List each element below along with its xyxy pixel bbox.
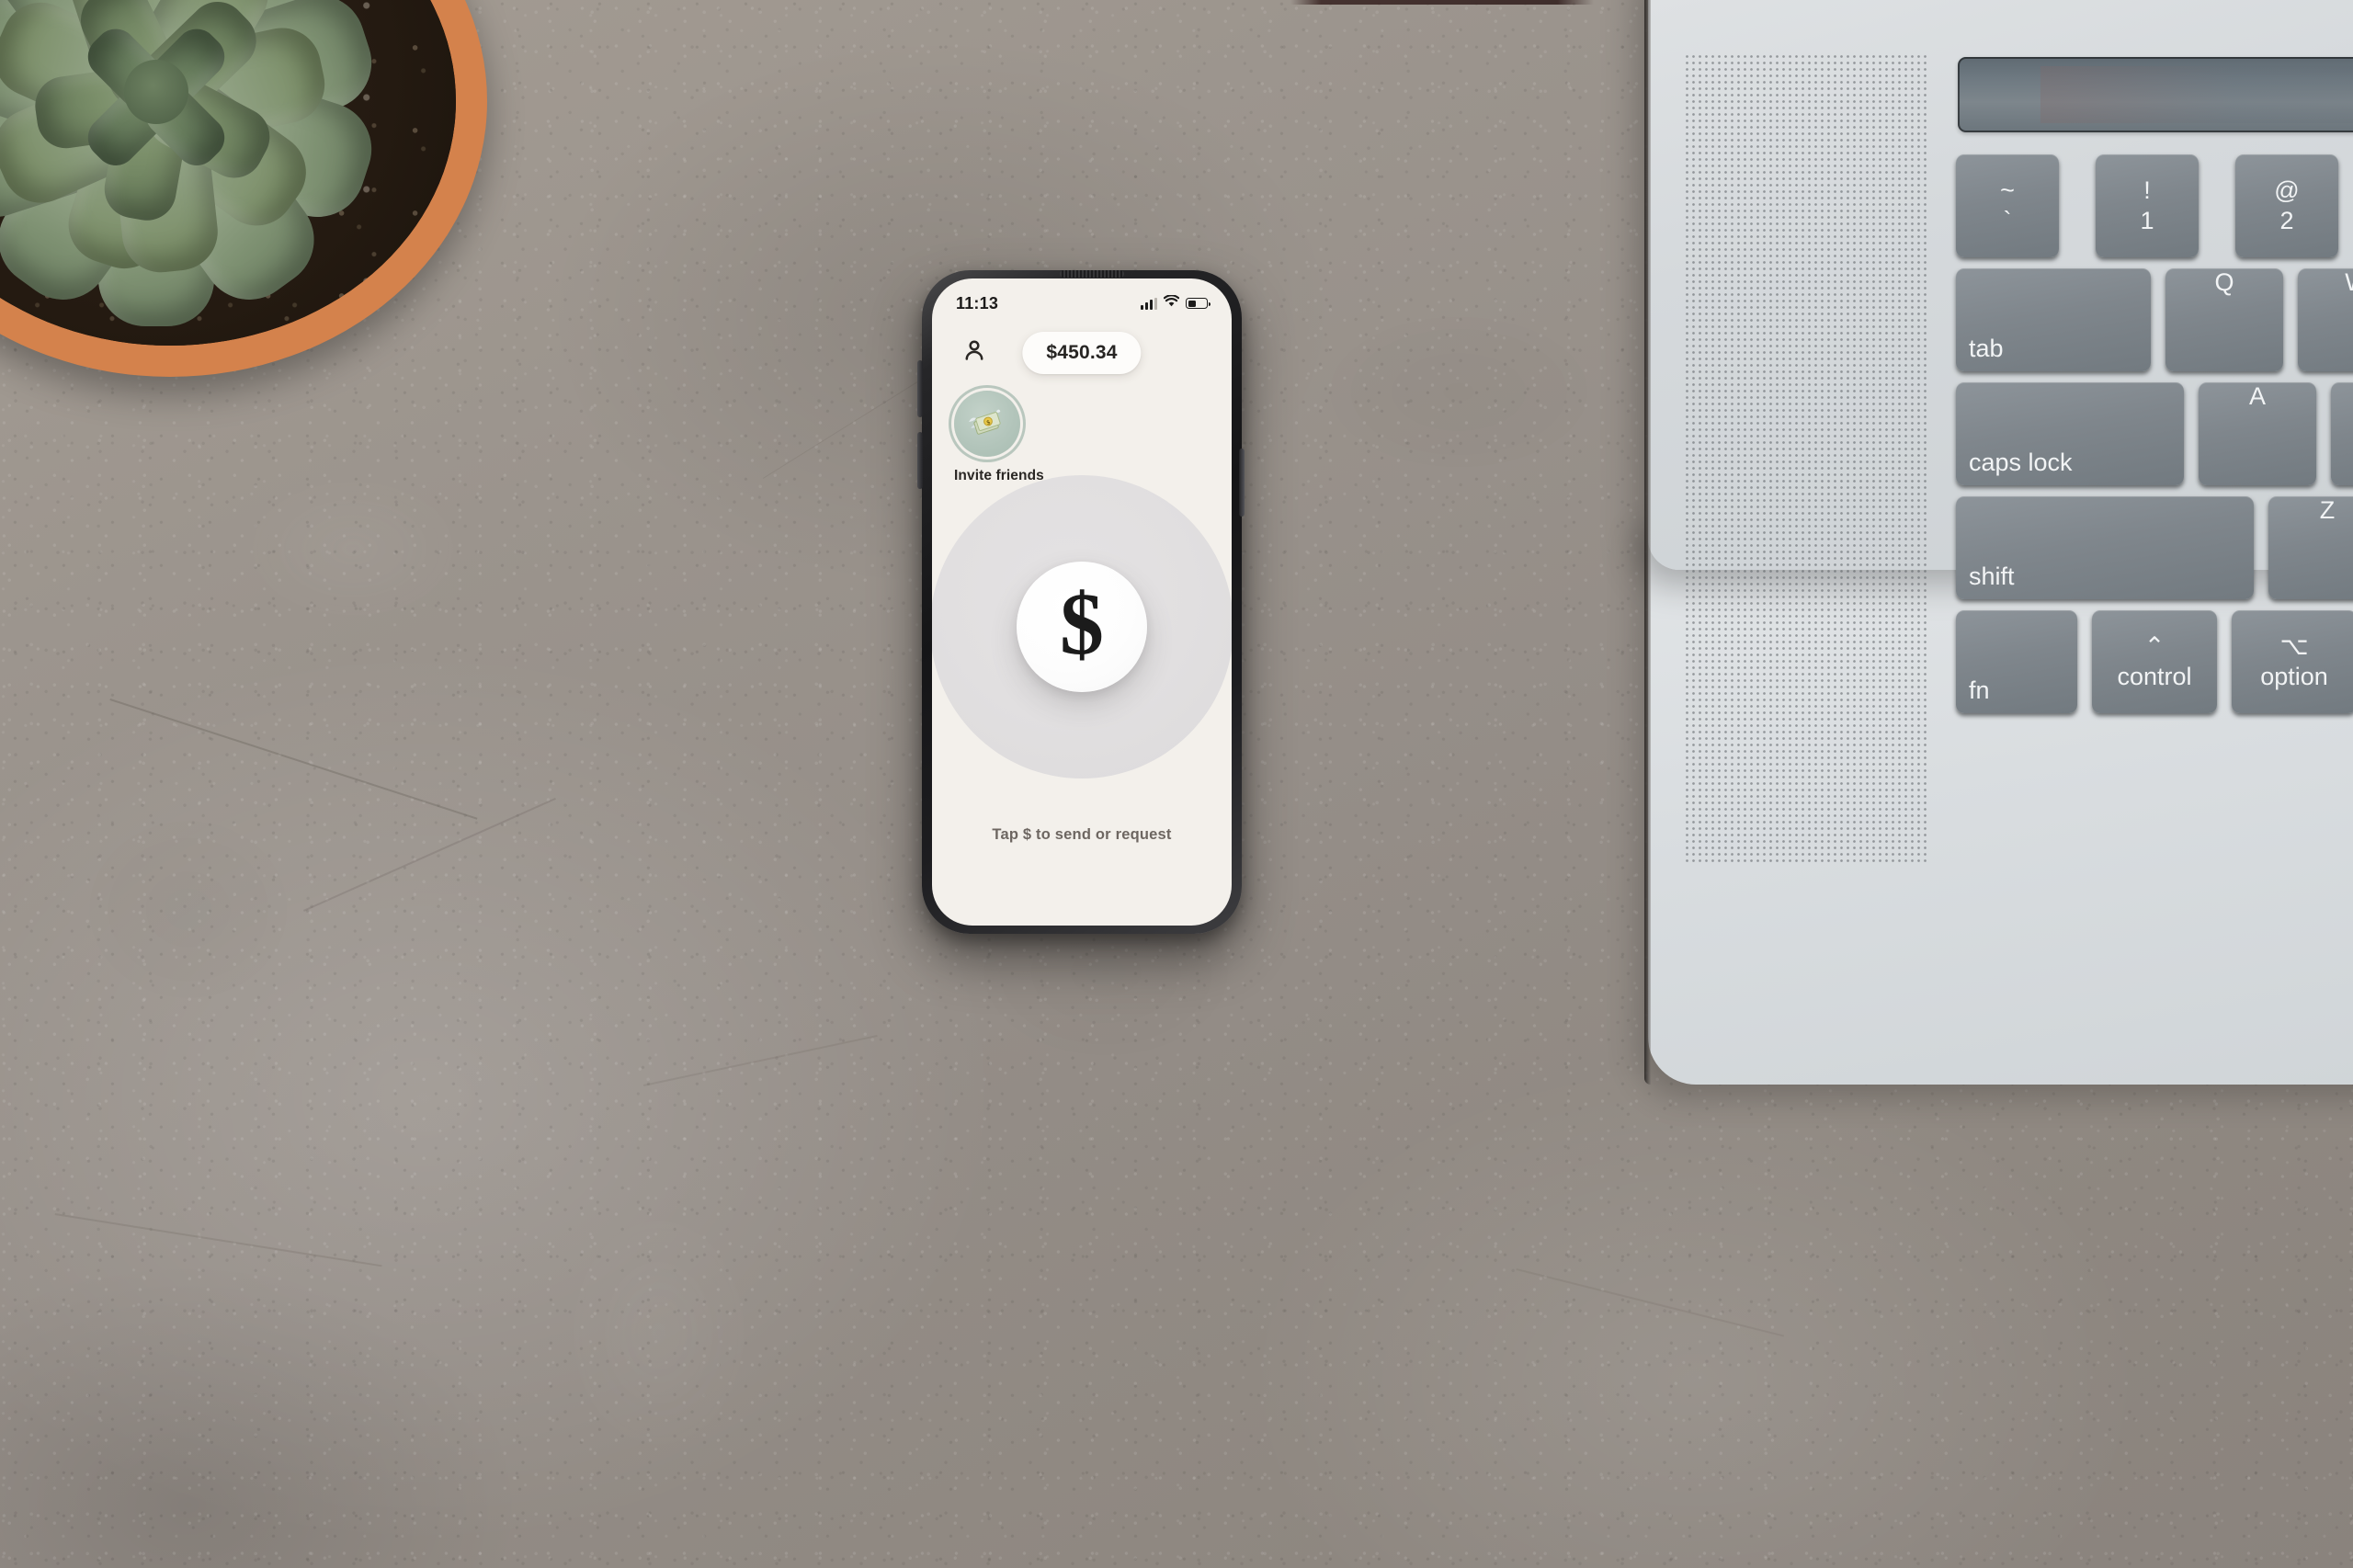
key-z-label: Z: [2319, 496, 2336, 524]
key-two-secondary: @: [2274, 176, 2300, 204]
status-bar-icons: [1141, 294, 1211, 312]
key-two-label: 2: [2279, 207, 2294, 234]
power-button[interactable]: [1239, 449, 1245, 517]
profile-button[interactable]: [954, 332, 995, 372]
status-bar: 11:13: [932, 291, 1232, 315]
balance-pill[interactable]: $450.34: [1022, 332, 1142, 374]
key-caps-lock[interactable]: caps lock: [1956, 382, 2184, 485]
key-fn-label: fn: [1969, 676, 1990, 704]
key-option-secondary: ⌥: [2279, 632, 2309, 660]
key-s-label: S: [2331, 382, 2353, 411]
key-tilde-label: `: [2003, 207, 2012, 234]
key-w-label: W: [2298, 268, 2353, 297]
app-top-bar: $450.34: [932, 330, 1232, 376]
succulent-plant: [0, 0, 487, 414]
key-option-label: option: [2260, 663, 2328, 690]
key-caps-lock-label: caps lock: [1969, 449, 2073, 476]
key-tilde-secondary: ~: [2000, 176, 2015, 204]
laptop-edge: [1644, 0, 1651, 1085]
key-control-label: control: [2117, 663, 2192, 690]
key-tilde[interactable]: ~ `: [1956, 154, 2059, 257]
key-s[interactable]: S: [2331, 382, 2353, 485]
phone-screen: 11:13 $450.34 $ Invite friends $ Tap $ t…: [932, 278, 1232, 926]
phone-speaker-grille: [1060, 270, 1124, 278]
key-shift-label: shift: [1969, 562, 2015, 590]
key-fn[interactable]: fn: [1956, 610, 2077, 713]
key-a[interactable]: A: [2199, 382, 2316, 485]
volume-up-button[interactable]: [917, 360, 923, 417]
wifi-icon: [1163, 294, 1180, 312]
status-bar-time: 11:13: [956, 293, 999, 312]
money-wings-icon: $: [954, 391, 1020, 457]
send-request-button[interactable]: $: [1017, 562, 1147, 692]
key-one-label: 1: [2140, 207, 2154, 234]
monitor-edge: [1290, 0, 1594, 5]
key-a-label: A: [2248, 382, 2266, 410]
person-icon: [962, 338, 986, 367]
key-one-secondary: !: [2143, 176, 2151, 204]
key-w[interactable]: W: [2298, 268, 2353, 371]
battery-icon: [1186, 298, 1211, 309]
key-tab-label: tab: [1969, 335, 2004, 362]
volume-down-button[interactable]: [917, 432, 923, 489]
hint-text: Tap $ to send or request: [992, 826, 1172, 843]
key-option[interactable]: ⌥ option: [2232, 610, 2353, 713]
key-one[interactable]: ! 1: [2096, 154, 2199, 257]
key-z[interactable]: Z: [2268, 496, 2353, 599]
key-control[interactable]: ⌃ control: [2092, 610, 2217, 713]
dollar-sign-icon: $: [1060, 574, 1104, 673]
key-tab[interactable]: tab: [1956, 268, 2151, 371]
key-q-label: Q: [2214, 268, 2234, 296]
key-q[interactable]: Q: [2165, 268, 2283, 371]
touch-bar[interactable]: [1958, 57, 2353, 132]
cellular-signal-icon: [1141, 297, 1157, 310]
scene: ~`!1@2tabQWcaps lockASshiftZfn⌃control⌥o…: [0, 0, 2353, 1568]
key-shift[interactable]: shift: [1956, 496, 2254, 599]
invite-friends-button[interactable]: $ Invite friends: [954, 391, 1064, 484]
speaker-grille: [1684, 53, 1930, 866]
key-control-secondary: ⌃: [2143, 632, 2165, 660]
key-two[interactable]: @2: [2235, 154, 2338, 257]
